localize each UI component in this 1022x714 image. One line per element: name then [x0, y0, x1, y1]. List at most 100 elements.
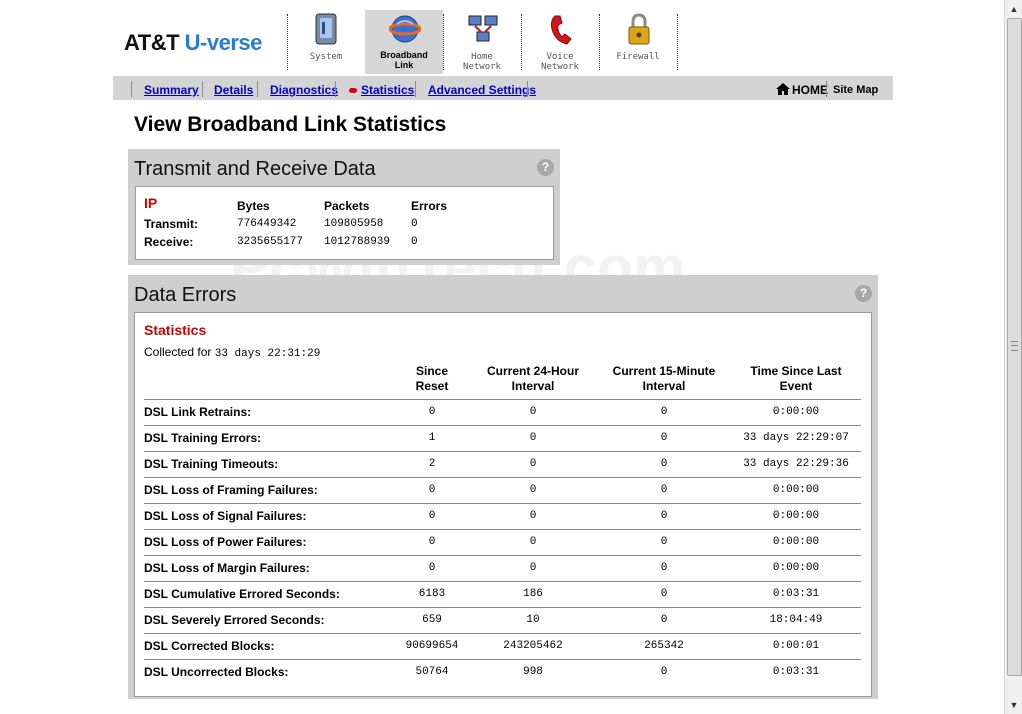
table-cell: 33 days 22:29:36	[743, 458, 849, 470]
table-row-label: DSL Loss of Framing Failures:	[144, 483, 318, 497]
tab-system[interactable]: System	[287, 10, 365, 74]
subnav-separator	[131, 81, 132, 97]
row-divider	[144, 529, 861, 530]
receive-bytes: 3235655177	[237, 236, 304, 248]
table-cell: 0	[660, 666, 668, 678]
padlock-icon	[628, 13, 650, 45]
table-cell: 0	[529, 484, 537, 496]
home-network-icon	[468, 15, 498, 42]
table-cell: 0:00:00	[772, 536, 820, 548]
table-cell: 265342	[644, 640, 684, 652]
tab-firewall[interactable]: Firewall	[599, 10, 677, 74]
table-row-label: DSL Loss of Margin Failures:	[144, 561, 310, 575]
table-cell: 0	[660, 510, 668, 522]
collected-for-line: Collected for 33 days 22:31:29	[144, 345, 320, 360]
table-row-label: DSL Loss of Signal Failures:	[144, 509, 307, 523]
table-cell: 0:03:31	[772, 666, 820, 678]
tab-label: Firewall	[616, 52, 660, 62]
table-cell: 0	[529, 562, 537, 574]
subnav-separator	[826, 81, 827, 97]
row-label: Transmit:	[144, 217, 199, 231]
table-cell: 0	[529, 536, 537, 548]
row-divider	[144, 659, 861, 660]
subnav-details-link[interactable]: Details	[214, 83, 253, 97]
page-title: View Broadband Link Statistics	[134, 113, 447, 136]
ip-section-title: IP	[144, 195, 158, 211]
transmit-errors: 0	[411, 218, 418, 230]
vertical-scrollbar[interactable]: ▲ ▼	[1004, 0, 1022, 714]
row-divider	[144, 555, 861, 556]
subnav-separator	[527, 81, 528, 97]
table-row-label: DSL Training Errors:	[144, 431, 262, 445]
panel-heading: Data Errors	[134, 284, 237, 306]
tab-voice-network[interactable]: Voice Network	[521, 10, 599, 74]
scroll-up-arrow-icon[interactable]: ▲	[1007, 2, 1021, 16]
table-row-label: DSL Training Timeouts:	[144, 457, 279, 471]
transmit-bytes: 776449342	[237, 218, 297, 230]
table-cell: 0	[529, 406, 537, 418]
subnav-separator	[415, 81, 416, 97]
row-label: Receive:	[144, 235, 194, 249]
table-row-label: DSL Cumulative Errored Seconds:	[144, 587, 340, 601]
logo-att-text: AT&T	[124, 30, 180, 55]
nav-divider	[677, 14, 678, 70]
subnav-separator	[335, 81, 336, 97]
table-cell: 0	[660, 484, 668, 496]
table-cell: 0:00:00	[772, 562, 820, 574]
panel-heading: Transmit and Receive Data	[134, 158, 376, 180]
table-cell: 0	[529, 432, 537, 444]
home-link[interactable]: HOME	[792, 83, 828, 97]
tab-label: Voice Network	[541, 52, 579, 72]
table-row-label: DSL Corrected Blocks:	[144, 639, 275, 653]
sub-navigation: Summary Details Diagnostics Statistics A…	[113, 76, 893, 100]
voice-phone-icon	[550, 15, 572, 45]
table-cell: 0	[529, 510, 537, 522]
grip-icon	[1011, 341, 1018, 351]
row-divider	[144, 451, 861, 452]
row-divider	[144, 581, 861, 582]
column-header-time-since-event: Time Since Last Event	[750, 364, 842, 393]
statistics-section-title: Statistics	[144, 322, 207, 338]
logo-uverse-text: U-verse	[184, 30, 263, 55]
subnav-diagnostics-link[interactable]: Diagnostics	[270, 83, 338, 97]
column-header: Bytes	[237, 199, 270, 213]
subnav-advanced-settings-link[interactable]: Advanced Settings	[428, 83, 536, 97]
subnav-separator	[257, 81, 258, 97]
table-row-label: DSL Uncorrected Blocks:	[144, 665, 289, 679]
att-uverse-logo[interactable]: AT&T U-verse	[124, 30, 262, 56]
table-cell: 0	[660, 432, 668, 444]
transmit-packets: 109805958	[324, 218, 384, 230]
error-stats-box: Statistics Collected for 33 days 22:31:2…	[134, 312, 872, 697]
row-divider	[144, 477, 861, 478]
ip-stats-box: IP Bytes Packets Errors Transmit: 776449…	[135, 186, 554, 260]
row-divider	[144, 503, 861, 504]
help-icon[interactable]: ?	[855, 285, 872, 302]
column-header-since-reset: Since Reset	[415, 364, 449, 393]
table-cell: 0	[660, 562, 668, 574]
tab-broadband-link[interactable]: Broadband Link	[365, 10, 443, 74]
table-cell: 0	[660, 536, 668, 548]
active-page-indicator-icon	[349, 88, 357, 93]
help-icon[interactable]: ?	[537, 159, 554, 176]
table-cell: 0	[660, 614, 668, 626]
subnav-summary-link[interactable]: Summary	[144, 83, 199, 97]
tab-home-network[interactable]: Home Network	[443, 10, 521, 74]
subnav-statistics-link[interactable]: Statistics	[361, 83, 414, 97]
scroll-down-arrow-icon[interactable]: ▼	[1007, 698, 1021, 712]
tab-label: System	[309, 52, 343, 62]
table-cell: 998	[523, 666, 543, 678]
broadband-globe-icon	[389, 15, 421, 43]
scroll-thumb[interactable]	[1007, 18, 1022, 676]
table-row-label: DSL Severely Errored Seconds:	[144, 613, 325, 627]
table-row-label: DSL Loss of Power Failures:	[144, 535, 307, 549]
table-cell: 243205462	[503, 640, 563, 652]
table-cell: 186	[523, 588, 543, 600]
tab-label: Home Network	[463, 52, 501, 72]
table-cell: 0:00:01	[772, 640, 820, 652]
column-header: Errors	[411, 199, 448, 213]
home-icon[interactable]	[776, 83, 790, 95]
site-map-link[interactable]: Site Map	[833, 84, 878, 96]
column-header-24-hour: Current 24-Hour Interval	[486, 364, 579, 393]
system-icon	[315, 13, 337, 45]
table-cell: 0	[660, 458, 668, 470]
